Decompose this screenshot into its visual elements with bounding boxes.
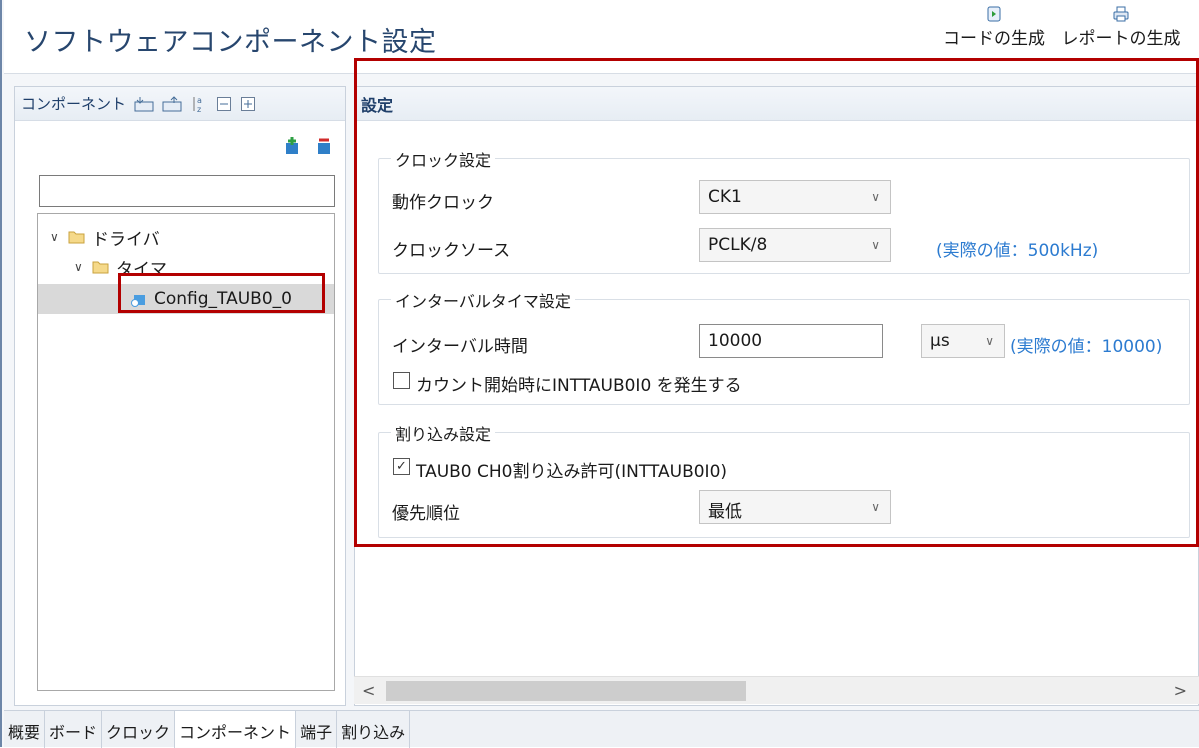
chevron-down-icon: ∨ — [871, 238, 880, 252]
scrollbar-thumb[interactable] — [386, 681, 746, 701]
priority-select[interactable]: 最低 ∨ — [699, 490, 891, 524]
generate-report-label: レポートの生成 — [1061, 29, 1181, 49]
tree-item-label: ドライバ — [92, 229, 160, 250]
clock-source-actual-value: (実際の値：500kHz) — [936, 241, 1099, 261]
gen-on-start-label: カウント開始時にINTTAUB0I0 を発生する — [416, 376, 742, 396]
tab-board[interactable]: ボード — [45, 711, 103, 748]
chevron-down-icon: ∨ — [871, 190, 880, 204]
svg-text:a: a — [197, 96, 202, 105]
sort-az-icon[interactable]: az — [190, 95, 208, 113]
settings-header: 設定 — [355, 87, 1198, 121]
settings-title: 設定 — [361, 95, 394, 115]
bottom-tabs: 概要 ボード クロック コンポーネント 端子 割り込み — [4, 710, 1199, 748]
gen-on-start-checkbox[interactable] — [393, 372, 410, 389]
tree-item-label: Config_TAUB0_0 — [154, 289, 292, 309]
folder-open-icon — [92, 260, 110, 274]
interval-unit-value: μs — [930, 331, 950, 351]
component-icon — [130, 291, 148, 307]
tab-components[interactable]: コンポーネント — [175, 711, 297, 748]
horizontal-scrollbar[interactable]: < > — [354, 676, 1199, 704]
generate-code-icon — [986, 6, 1002, 22]
folder-open-icon — [68, 230, 86, 244]
interval-timer-legend: インターバルタイマ設定 — [391, 288, 575, 312]
svg-text:z: z — [197, 105, 201, 113]
interval-unit-select[interactable]: μs ∨ — [921, 324, 1005, 358]
tab-overview[interactable]: 概要 — [4, 711, 46, 748]
component-panel: コンポーネント az ∨ ドライバ ∨ タイマ Config_TAUB0_0 — [14, 86, 346, 706]
tab-interrupts[interactable]: 割り込み — [337, 711, 411, 748]
priority-label: 優先順位 — [392, 504, 460, 524]
generate-code-button[interactable]: コードの生成 — [939, 6, 1049, 49]
tree-item-driver[interactable]: ∨ ドライバ — [38, 222, 334, 252]
clock-settings-legend: クロック設定 — [391, 147, 496, 171]
tab-pins[interactable]: 端子 — [296, 711, 338, 748]
interrupt-settings-legend: 割り込み設定 — [391, 421, 496, 445]
clock-source-label: クロックソース — [392, 241, 511, 261]
operation-clock-select[interactable]: CK1 ∨ — [699, 180, 891, 214]
chevron-down-icon[interactable]: ∨ — [50, 230, 64, 244]
priority-value: 最低 — [708, 502, 742, 522]
interrupt-enable-checkbox[interactable]: ✓ — [393, 458, 410, 475]
chevron-down-icon: ∨ — [871, 500, 880, 514]
header: ソフトウェアコンポーネント設定 コードの生成 レポートの生成 — [4, 0, 1199, 74]
component-panel-title: コンポーネント — [21, 95, 127, 113]
scroll-left-icon[interactable]: < — [362, 681, 375, 700]
interrupt-enable-label: TAUB0 CH0割り込み許可(INTTAUB0I0) — [416, 462, 728, 482]
print-icon — [1113, 6, 1129, 22]
chevron-down-icon: ∨ — [985, 334, 994, 348]
expand-all-icon[interactable] — [240, 96, 256, 112]
generate-report-button[interactable]: レポートの生成 — [1056, 6, 1186, 49]
generate-code-label: コードの生成 — [943, 29, 1045, 49]
scroll-right-icon[interactable]: > — [1174, 681, 1187, 700]
clock-source-select[interactable]: PCLK/8 ∨ — [699, 228, 891, 262]
operation-clock-value: CK1 — [708, 187, 742, 207]
tab-clock[interactable]: クロック — [102, 711, 176, 748]
tree-item-timer[interactable]: ∨ タイマ — [38, 252, 334, 282]
tree-item-label: タイマ — [116, 259, 167, 280]
interval-time-input[interactable]: 10000 — [699, 324, 883, 358]
clock-source-value: PCLK/8 — [708, 235, 768, 255]
component-actions — [283, 137, 333, 159]
interval-time-label: インターバル時間 — [392, 337, 528, 357]
add-component-icon[interactable] — [283, 137, 301, 159]
interval-actual-value: (実際の値：10000) — [1010, 337, 1163, 357]
interval-time-value: 10000 — [708, 331, 763, 351]
collapse-all-icon[interactable] — [216, 96, 232, 112]
tree-item-config-taub0[interactable]: Config_TAUB0_0 — [38, 284, 334, 314]
remove-component-icon[interactable] — [315, 137, 333, 159]
operation-clock-label: 動作クロック — [392, 193, 494, 213]
component-search-input[interactable] — [39, 175, 335, 207]
app-window: ソフトウェアコンポーネント設定 コードの生成 レポートの生成 コンポーネント a — [0, 0, 1199, 748]
chevron-down-icon[interactable]: ∨ — [74, 260, 88, 274]
add-component-toolbar-icon[interactable] — [134, 96, 154, 112]
component-panel-header: コンポーネント az — [15, 87, 345, 121]
page-title: ソフトウェアコンポーネント設定 — [24, 27, 437, 58]
component-tree: ∨ ドライバ ∨ タイマ Config_TAUB0_0 — [37, 213, 335, 691]
export-component-icon[interactable] — [162, 95, 182, 112]
